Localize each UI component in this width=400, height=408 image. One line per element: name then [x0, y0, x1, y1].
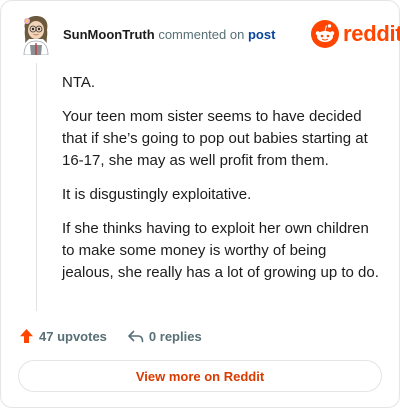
- reddit-snoo-icon: [311, 20, 339, 48]
- upvote-count: 47 upvotes: [39, 328, 107, 344]
- user-avatar-icon[interactable]: [16, 13, 56, 55]
- reply-count: 0 replies: [148, 328, 202, 344]
- arrow-up-icon: [19, 328, 34, 344]
- comment-paragraph: It is disgustingly exploitative.: [62, 186, 252, 203]
- comment-paragraph: NTA.: [62, 74, 96, 91]
- commented-on-text: commented on: [158, 27, 245, 42]
- comment-paragraph: If she thinks having to exploit her own …: [62, 220, 379, 281]
- replies-button[interactable]: 0 replies: [127, 329, 202, 344]
- reddit-brand[interactable]: reddit: [311, 20, 400, 48]
- comment-paragraph: Your teen mom sister seems to have decid…: [62, 108, 368, 169]
- comment-body: NTA. Your teen mom sister seems to have …: [62, 72, 382, 296]
- username-link[interactable]: SunMoonTruth: [63, 27, 155, 42]
- embedded-comment-card: SunMoonTruth commented on post reddit NT…: [0, 0, 400, 408]
- post-link[interactable]: post: [248, 27, 275, 42]
- thread-line: [36, 63, 37, 311]
- reddit-wordmark: reddit: [343, 21, 400, 46]
- view-more-button[interactable]: View more on Reddit: [18, 360, 382, 392]
- upvote-button[interactable]: 47 upvotes: [19, 328, 107, 344]
- reply-arrow-icon: [127, 329, 144, 344]
- comment-actions: 47 upvotes 0 replies: [19, 326, 202, 346]
- comment-header: SunMoonTruth commented on post: [63, 27, 275, 43]
